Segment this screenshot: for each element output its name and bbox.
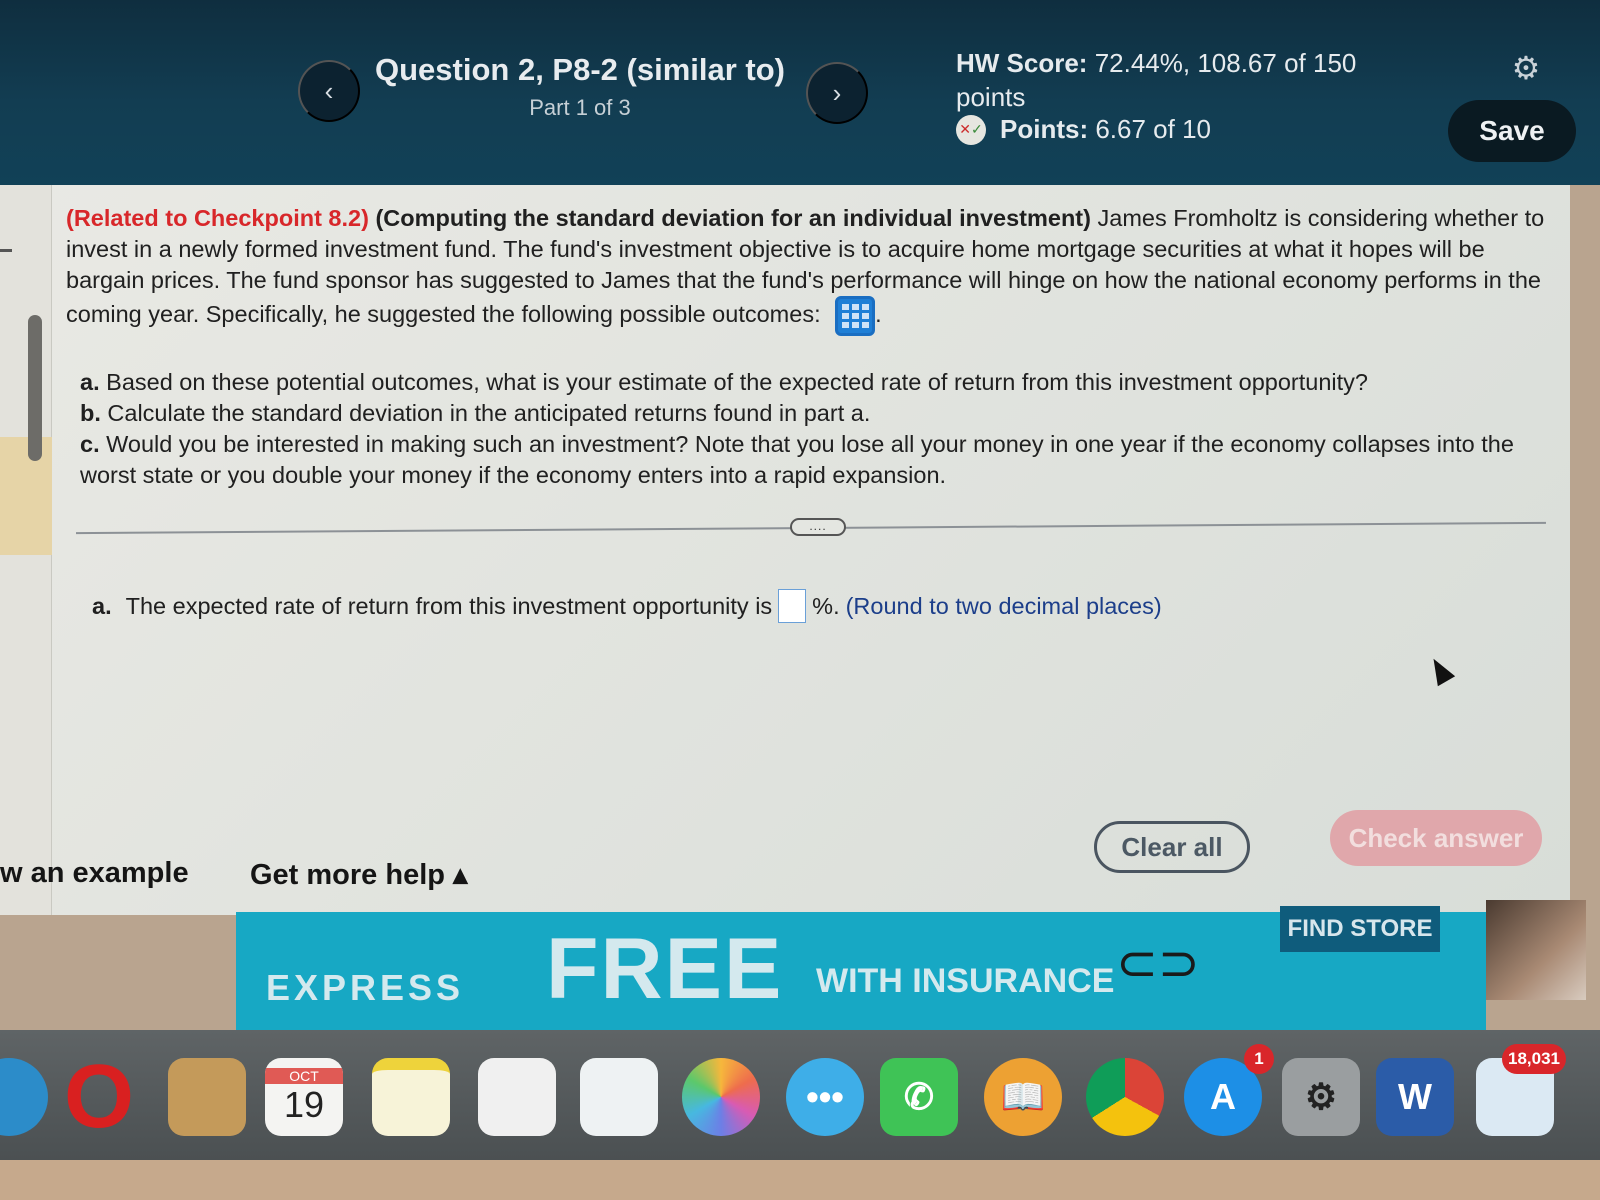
points: ✕ ✓ Points: 6.67 of 10 <box>956 114 1211 145</box>
facetime-icon[interactable]: ✆ <box>880 1058 958 1136</box>
part-text: Would you be interested in making such a… <box>80 431 1514 488</box>
left-sidebar <box>0 185 52 915</box>
calendar-day: 19 <box>283 1084 325 1125</box>
problem-statement: (Related to Checkpoint 8.2) (Computing t… <box>66 203 1556 336</box>
scrollbar[interactable] <box>28 315 42 461</box>
safari-icon[interactable] <box>0 1058 48 1136</box>
question-header: ‹ Question 2, P8-2 (similar to) Part 1 o… <box>0 0 1600 185</box>
view-example-link[interactable]: w an example <box>0 857 189 890</box>
question-content: (Related to Checkpoint 8.2) (Computing t… <box>0 185 1570 915</box>
period: . <box>875 301 882 328</box>
mail-badge: 18,031 <box>1502 1044 1566 1074</box>
part-label: c. <box>80 431 100 457</box>
next-question-button[interactable]: › <box>806 62 868 124</box>
part-text: Calculate the standard deviation in the … <box>107 400 871 426</box>
messages-icon[interactable]: ••• <box>786 1058 864 1136</box>
ad-headline: FREE <box>546 921 784 1017</box>
question-parts: a. Based on these potential outcomes, wh… <box>80 367 1540 491</box>
app-store-badge: 1 <box>1244 1044 1274 1074</box>
expand-more-button[interactable]: .... <box>790 518 846 536</box>
microsoft-word-icon[interactable]: W <box>1376 1058 1454 1136</box>
part-c: c. Would you be interested in making suc… <box>80 429 1540 491</box>
problem-topic: (Computing the standard deviation for an… <box>375 205 1091 231</box>
check-answer-button[interactable]: Check answer <box>1330 810 1542 866</box>
chevron-right-icon: › <box>832 77 842 108</box>
desk-surface <box>0 1160 1600 1200</box>
opera-icon[interactable]: O <box>60 1047 138 1147</box>
contacts-icon[interactable] <box>168 1058 246 1136</box>
partial-credit-icon: ✕ ✓ <box>956 114 986 145</box>
question-part: Part 1 of 3 <box>529 95 631 120</box>
previous-question-button[interactable]: ‹ <box>298 60 360 122</box>
points-value: 6.67 of 10 <box>1095 114 1211 144</box>
rounding-hint: (Round to two decimal places) <box>845 592 1162 619</box>
preview-icon[interactable] <box>580 1058 658 1136</box>
ad-subline: WITH INSURANCE <box>816 962 1115 1000</box>
system-preferences-icon[interactable]: ⚙ <box>1282 1058 1360 1136</box>
expected-return-input[interactable] <box>778 589 807 623</box>
chrome-icon[interactable] <box>1086 1058 1164 1136</box>
ibooks-icon[interactable]: 📖 <box>984 1058 1062 1136</box>
notes-icon[interactable] <box>372 1058 450 1136</box>
mouse-cursor-icon <box>1424 653 1456 687</box>
answer-suffix: %. <box>812 592 840 619</box>
question-title: Question 2, P8-2 (similar to) <box>375 52 785 87</box>
part-a: a. Based on these potential outcomes, wh… <box>80 367 1540 398</box>
chevron-left-icon: ‹ <box>324 75 334 106</box>
photos-icon[interactable] <box>682 1058 760 1136</box>
get-more-help-link[interactable]: Get more help ▴ <box>250 857 468 892</box>
part-text: Based on these potential outcomes, what … <box>106 369 1368 395</box>
related-checkpoint: (Related to Checkpoint 8.2) <box>66 205 369 231</box>
ad-brand: EXPRESS <box>266 967 465 1008</box>
gutter-dash <box>0 249 12 252</box>
ad-banner[interactable]: EXPRESS FREE WITH INSURANCE ⊂⊃ FIND STOR… <box>236 906 1486 1032</box>
clear-all-button[interactable]: Clear all <box>1094 821 1250 873</box>
macos-dock: O OCT 19 ••• ✆ 📖 A 1 ⚙ W 18,031 <box>0 1030 1600 1160</box>
points-label: Points: <box>1000 114 1089 144</box>
answer-prefix: The expected rate of return from this in… <box>125 592 773 619</box>
answer-label: a. <box>92 592 112 619</box>
reminders-icon[interactable] <box>478 1058 556 1136</box>
answer-row: a. The expected rate of return from this… <box>92 589 1162 623</box>
save-button[interactable]: Save <box>1448 100 1576 162</box>
part-label: b. <box>80 400 101 426</box>
settings-gear-icon[interactable]: ⚙ <box>1508 50 1544 86</box>
calendar-icon[interactable]: OCT 19 <box>265 1058 343 1136</box>
hw-score: HW Score: 72.44%, 108.67 of 150 points <box>956 46 1376 114</box>
hw-score-label: HW Score: <box>956 48 1088 78</box>
ad-photo <box>1486 900 1586 1000</box>
mail-icon[interactable]: 18,031 <box>1476 1044 1566 1136</box>
app-store-icon[interactable]: A 1 <box>1184 1044 1274 1136</box>
part-label: a. <box>80 369 100 395</box>
eyeglasses-icon: ⊂⊃ <box>1116 935 1200 991</box>
gutter-highlight <box>0 437 52 555</box>
find-store-button[interactable]: FIND STORE <box>1280 906 1440 952</box>
outcomes-table-icon[interactable] <box>835 296 876 336</box>
part-b: b. Calculate the standard deviation in t… <box>80 398 1540 429</box>
calendar-month: OCT <box>265 1068 343 1084</box>
